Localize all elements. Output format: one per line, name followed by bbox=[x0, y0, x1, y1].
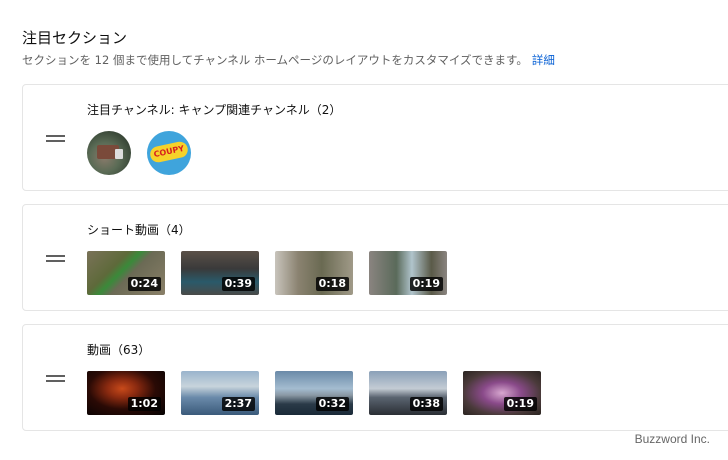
duration-badge: 0:38 bbox=[409, 397, 443, 411]
channel-avatar[interactable] bbox=[87, 131, 131, 175]
section-card-shorts[interactable]: ショート動画（4） 0:24 0:39 0:18 0:19 bbox=[22, 204, 728, 311]
duration-badge: 0:24 bbox=[127, 277, 161, 291]
short-thumbnail[interactable]: 0:18 bbox=[275, 251, 353, 295]
section-title: 注目チャンネル: キャンプ関連チャンネル（2） bbox=[87, 103, 342, 117]
channel-avatar[interactable]: COUPY bbox=[147, 131, 191, 175]
truck-cab-icon bbox=[115, 149, 123, 159]
drag-handle-icon[interactable] bbox=[46, 375, 66, 383]
video-thumbnail[interactable]: 0:19 bbox=[463, 371, 541, 415]
duration-badge: 1:02 bbox=[127, 397, 161, 411]
duration-badge: 0:19 bbox=[409, 277, 443, 291]
video-thumbnail[interactable]: 0:32 bbox=[275, 371, 353, 415]
learn-more-link[interactable]: 詳細 bbox=[532, 53, 555, 67]
description-text: セクションを 12 個まで使用してチャンネル ホームページのレイアウトをカスタマ… bbox=[22, 53, 528, 67]
duration-badge: 0:19 bbox=[503, 397, 537, 411]
duration-badge: 0:18 bbox=[315, 277, 349, 291]
section-title: 動画（63） bbox=[87, 343, 151, 357]
section-card-videos[interactable]: 動画（63） 1:02 2:37 0:32 0:38 0:19 bbox=[22, 324, 728, 431]
video-thumbnail[interactable]: 1:02 bbox=[87, 371, 165, 415]
short-thumbnail[interactable]: 0:24 bbox=[87, 251, 165, 295]
duration-badge: 0:32 bbox=[315, 397, 349, 411]
watermark: Buzzword Inc. bbox=[634, 432, 710, 446]
video-thumbnail[interactable]: 2:37 bbox=[181, 371, 259, 415]
section-title: ショート動画（4） bbox=[87, 223, 191, 237]
page-description: セクションを 12 個まで使用してチャンネル ホームページのレイアウトをカスタマ… bbox=[22, 52, 555, 68]
duration-badge: 2:37 bbox=[221, 397, 255, 411]
videos-list: 1:02 2:37 0:32 0:38 0:19 bbox=[87, 371, 557, 415]
short-thumbnail[interactable]: 0:19 bbox=[369, 251, 447, 295]
coupy-logo: COUPY bbox=[148, 140, 190, 164]
page-title: 注目セクション bbox=[22, 29, 128, 47]
video-thumbnail[interactable]: 0:38 bbox=[369, 371, 447, 415]
channel-list: COUPY bbox=[87, 131, 207, 175]
section-card-featured-channels[interactable]: 注目チャンネル: キャンプ関連チャンネル（2） COUPY bbox=[22, 84, 728, 191]
drag-handle-icon[interactable] bbox=[46, 135, 66, 143]
duration-badge: 0:39 bbox=[221, 277, 255, 291]
short-thumbnail[interactable]: 0:39 bbox=[181, 251, 259, 295]
drag-handle-icon[interactable] bbox=[46, 255, 66, 263]
shorts-list: 0:24 0:39 0:18 0:19 bbox=[87, 251, 463, 295]
featured-sections-header: 注目セクション セクションを 12 個まで使用してチャンネル ホームページのレイ… bbox=[22, 28, 555, 68]
